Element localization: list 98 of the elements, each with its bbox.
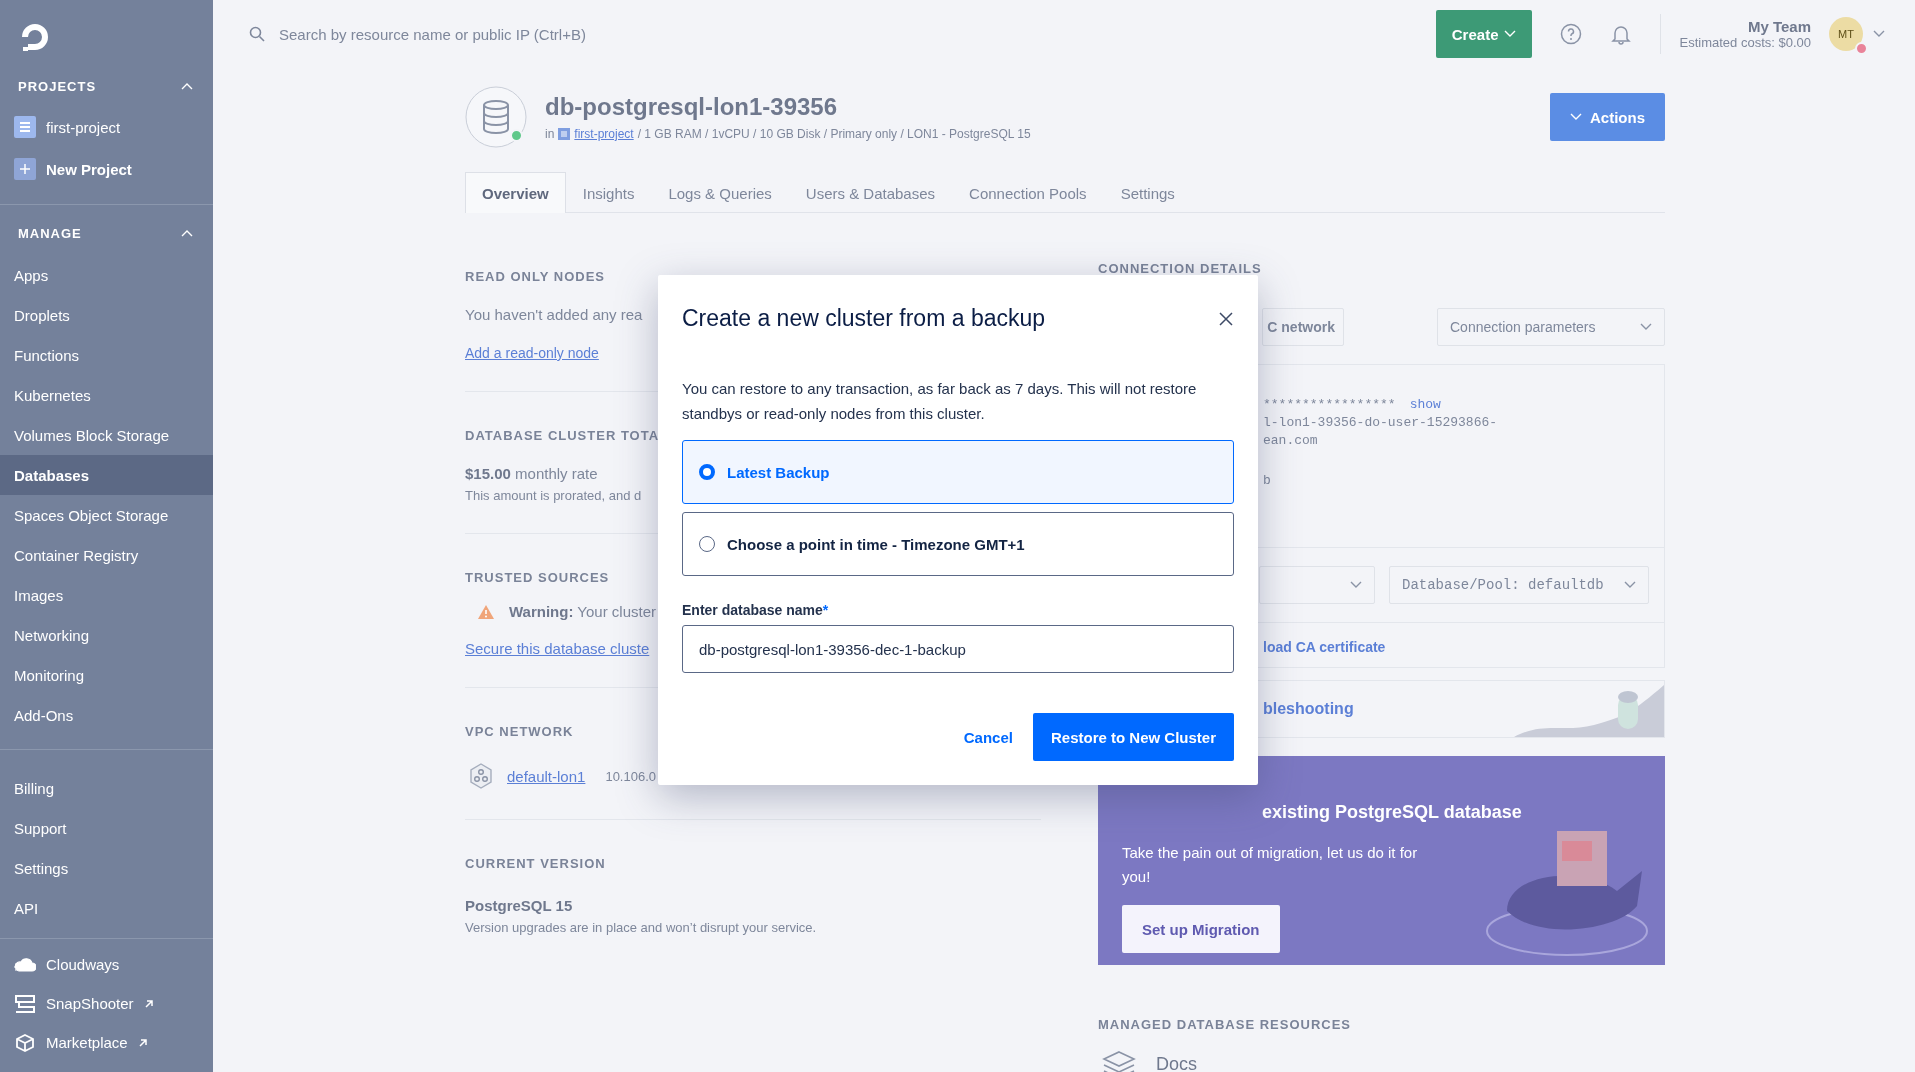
nav-item[interactable]: Monitoring <box>0 655 213 695</box>
connection-value: b <box>1263 473 1272 488</box>
radio-icon <box>699 464 715 480</box>
network-icon <box>469 763 493 789</box>
empty-state-text: You haven't added any rea <box>465 306 643 323</box>
project-link[interactable]: first-project <box>46 118 121 136</box>
field-label: Enter database name <box>682 602 823 618</box>
database-pool-dropdown[interactable]: Database/Pool: defaultdb <box>1389 566 1649 604</box>
migration-heading: existing PostgreSQL database <box>1262 802 1522 823</box>
cube-icon <box>14 1032 36 1053</box>
secure-cluster-link[interactable]: Secure this database cluste <box>465 640 650 657</box>
bell-icon[interactable] <box>1610 23 1633 45</box>
nav-item[interactable]: Databases <box>0 455 213 495</box>
cancel-button[interactable]: Cancel <box>959 722 1017 752</box>
create-button[interactable]: Create <box>1435 10 1533 58</box>
search-icon <box>249 26 265 42</box>
nav-item[interactable]: Apps <box>0 255 213 295</box>
show-link[interactable]: show <box>1409 397 1441 412</box>
tab[interactable]: Settings <box>1103 172 1192 213</box>
backup-option[interactable]: Latest Backup <box>682 440 1234 504</box>
restore-button[interactable]: Restore to New Cluster <box>1032 713 1234 761</box>
section-heading: CONNECTION DETAILS <box>1098 261 1263 276</box>
collapse-chevron-icon[interactable] <box>181 82 193 90</box>
network-toggle[interactable]: C network <box>1262 308 1344 346</box>
plus-icon <box>14 158 36 180</box>
nav-item[interactable]: Spaces Object Storage <box>0 495 213 535</box>
team-name[interactable]: My Team <box>1747 18 1811 35</box>
version-text: PostgreSQL 15 <box>465 897 573 914</box>
layers-icon <box>1102 1050 1136 1072</box>
tab[interactable]: Users & Databases <box>788 172 953 213</box>
connection-value: l-lon1-39356-do-user-15293866- <box>1263 415 1499 430</box>
section-heading: MANAGED DATABASE RESOURCES <box>1098 1017 1353 1032</box>
price-note: This amount is prorated, and d <box>465 488 642 503</box>
section-heading: TRUSTED SOURCES <box>465 570 610 585</box>
nav-item[interactable]: Droplets <box>0 295 213 335</box>
project-link[interactable]: first-project <box>574 127 634 141</box>
nav-item[interactable]: API <box>0 888 213 928</box>
nav-item[interactable]: Functions <box>0 335 213 375</box>
version-note: Version upgrades are in place and won’t disrupt your service. <box>465 920 817 935</box>
section-title: PROJECTS <box>18 78 97 94</box>
connection-parameters-dropdown[interactable]: Connection parameters <box>1437 308 1665 346</box>
stacked-boxes-icon <box>14 993 36 1014</box>
price-text: $15.00 monthly rate <box>465 465 598 482</box>
nav-item[interactable]: Volumes Block Storage <box>0 415 213 455</box>
backup-option[interactable]: Choose a point in time - Timezone GMT+1 <box>682 512 1234 576</box>
dialog-title: Create a new cluster from a backup <box>682 305 1046 332</box>
ca-certificate-link[interactable]: load CA certificate <box>1263 639 1386 655</box>
radio-icon <box>699 536 715 552</box>
chevron-icon[interactable] <box>1640 323 1652 331</box>
collapse-chevron-icon[interactable] <box>181 229 193 237</box>
required-mark: * <box>822 602 829 618</box>
nav-item[interactable]: Kubernetes <box>0 375 213 415</box>
section-title: MANAGE <box>18 225 82 241</box>
app-link[interactable]: Marketplace <box>46 1034 128 1051</box>
database-name-field[interactable]: db-postgresql-lon1-39356-dec-1-backup <box>682 625 1234 673</box>
nav-item[interactable]: Billing <box>0 768 213 808</box>
section-heading: DATABASE CLUSTER TOTA <box>465 428 660 443</box>
tab[interactable]: Overview <box>465 172 566 213</box>
ip-range: 10.106.0 <box>605 768 656 784</box>
app-link[interactable]: SnapShooter <box>46 995 134 1012</box>
tab[interactable]: Connection Pools <box>952 172 1104 213</box>
chevron-icon[interactable] <box>1624 581 1636 589</box>
dialog-description: You can restore to any transaction, as far back as 7 days. This will not restore standbys or read-only nodes from this cluster. <box>682 379 1198 424</box>
warning-icon <box>477 603 495 620</box>
search-field[interactable]: Search by resource name or public IP (Ctrl+B) <box>277 24 681 44</box>
migration-text: Take the pain out of migration, let us do it for you! <box>1122 843 1419 887</box>
project-icon <box>558 128 571 140</box>
vpc-link[interactable]: default-lon1 <box>507 767 586 785</box>
close-icon[interactable] <box>1218 311 1234 327</box>
chevron-icon[interactable] <box>1350 581 1362 589</box>
warning-text: Warning: Your cluster <box>509 603 656 620</box>
tab[interactable]: Logs & Queries <box>651 172 789 213</box>
database-title: db-postgresql-lon1-39356 <box>545 93 839 121</box>
nav-item[interactable]: Networking <box>0 615 213 655</box>
nav-item[interactable]: Add-Ons <box>0 695 213 735</box>
section-heading: READ ONLY NODES <box>465 269 605 284</box>
app-link[interactable]: Cloudways <box>46 956 120 973</box>
cluster-specs: / 1 GB RAM / 1vCPU / 10 GB Disk / Primary only / LON1 - PostgreSQL 15 <box>637 127 1031 141</box>
setup-migration-button[interactable]: Set up Migration <box>1122 905 1280 953</box>
caret-icon[interactable] <box>1873 30 1885 38</box>
section-heading: CURRENT VERSION <box>465 856 606 871</box>
actions-button[interactable]: Actions <box>1550 93 1665 141</box>
tab[interactable]: Insights <box>565 172 652 213</box>
add-node-link[interactable]: Add a read-only node <box>465 345 599 361</box>
nav-item[interactable]: Settings <box>0 848 213 888</box>
help-icon[interactable] <box>1560 23 1583 45</box>
project-prefix: in <box>545 127 555 141</box>
docs-link[interactable]: Docs <box>1156 1053 1197 1072</box>
nav-item[interactable]: Images <box>0 575 213 615</box>
list-icon <box>14 116 36 138</box>
nav-item[interactable]: Container Registry <box>0 535 213 575</box>
section-heading: VPC NETWORK <box>465 724 574 739</box>
connection-value: ***************** show <box>1263 397 1442 412</box>
project-link[interactable]: New Project <box>46 160 132 178</box>
connection-value: ean.com <box>1263 433 1319 448</box>
nav-item[interactable]: Support <box>0 808 213 848</box>
estimated-costs: Estimated costs: $0.00 <box>1679 35 1811 50</box>
database-icon <box>465 86 527 148</box>
